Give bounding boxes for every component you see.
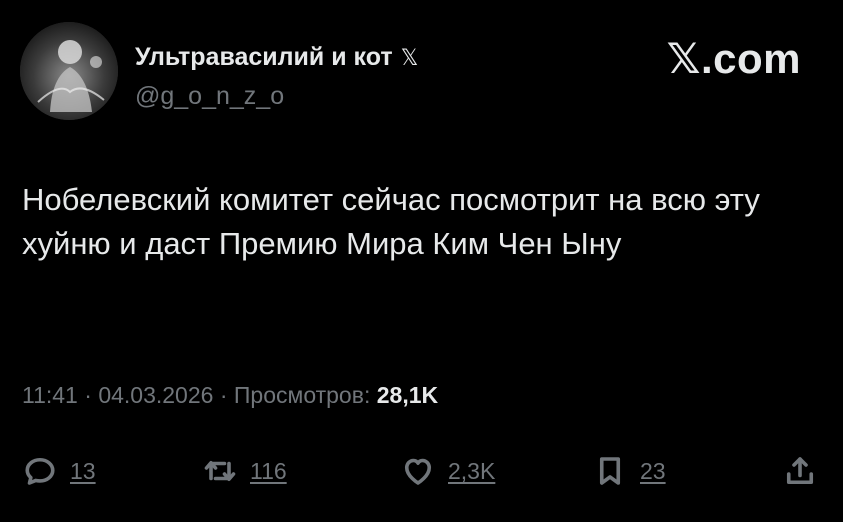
avatar[interactable]: [20, 22, 118, 120]
repost-button[interactable]: 116: [202, 446, 287, 496]
tweet-meta: 11:41 · 04.03.2026 · Просмотров: 28,1K: [22, 382, 438, 409]
repost-arrows-icon: [204, 460, 236, 482]
brand-logo: 𝕏.com: [666, 35, 801, 82]
bookmark-button[interactable]: 23: [592, 446, 666, 496]
display-name-text: Ультравасилий и кот: [135, 43, 393, 71]
repost-count: 116: [250, 457, 287, 484]
share-button[interactable]: [782, 446, 818, 496]
avatar-image: [20, 22, 118, 120]
heart-icon: [404, 458, 432, 485]
bookmark-count: 23: [640, 457, 666, 484]
share-upload-icon: [786, 457, 814, 485]
action-bar: 13 116 2,3K 23: [22, 446, 822, 496]
views-label: Просмотров:: [233, 382, 377, 408]
reply-button[interactable]: 13: [22, 446, 96, 496]
tweet-time[interactable]: 11:41: [22, 382, 78, 408]
display-name[interactable]: Ультравасилий и кот 𝕏: [135, 43, 418, 72]
speech-bubble-icon: [25, 457, 55, 485]
like-count: 2,3K: [448, 457, 496, 484]
user-handle[interactable]: @g_o_n_z_o: [135, 82, 284, 111]
meta-separator: ·: [77, 382, 99, 408]
x-logo-icon: 𝕏: [400, 44, 419, 70]
like-button[interactable]: 2,3K: [400, 446, 495, 496]
tweet-date[interactable]: 04.03.2026: [98, 382, 213, 408]
reply-count: 13: [70, 457, 96, 484]
views-count: 28,1K: [376, 382, 439, 408]
tweet-text: Нобелевский комитет сейчас посмотрит на …: [22, 182, 760, 261]
bookmark-icon: [599, 457, 621, 485]
meta-separator: ·: [213, 382, 234, 408]
